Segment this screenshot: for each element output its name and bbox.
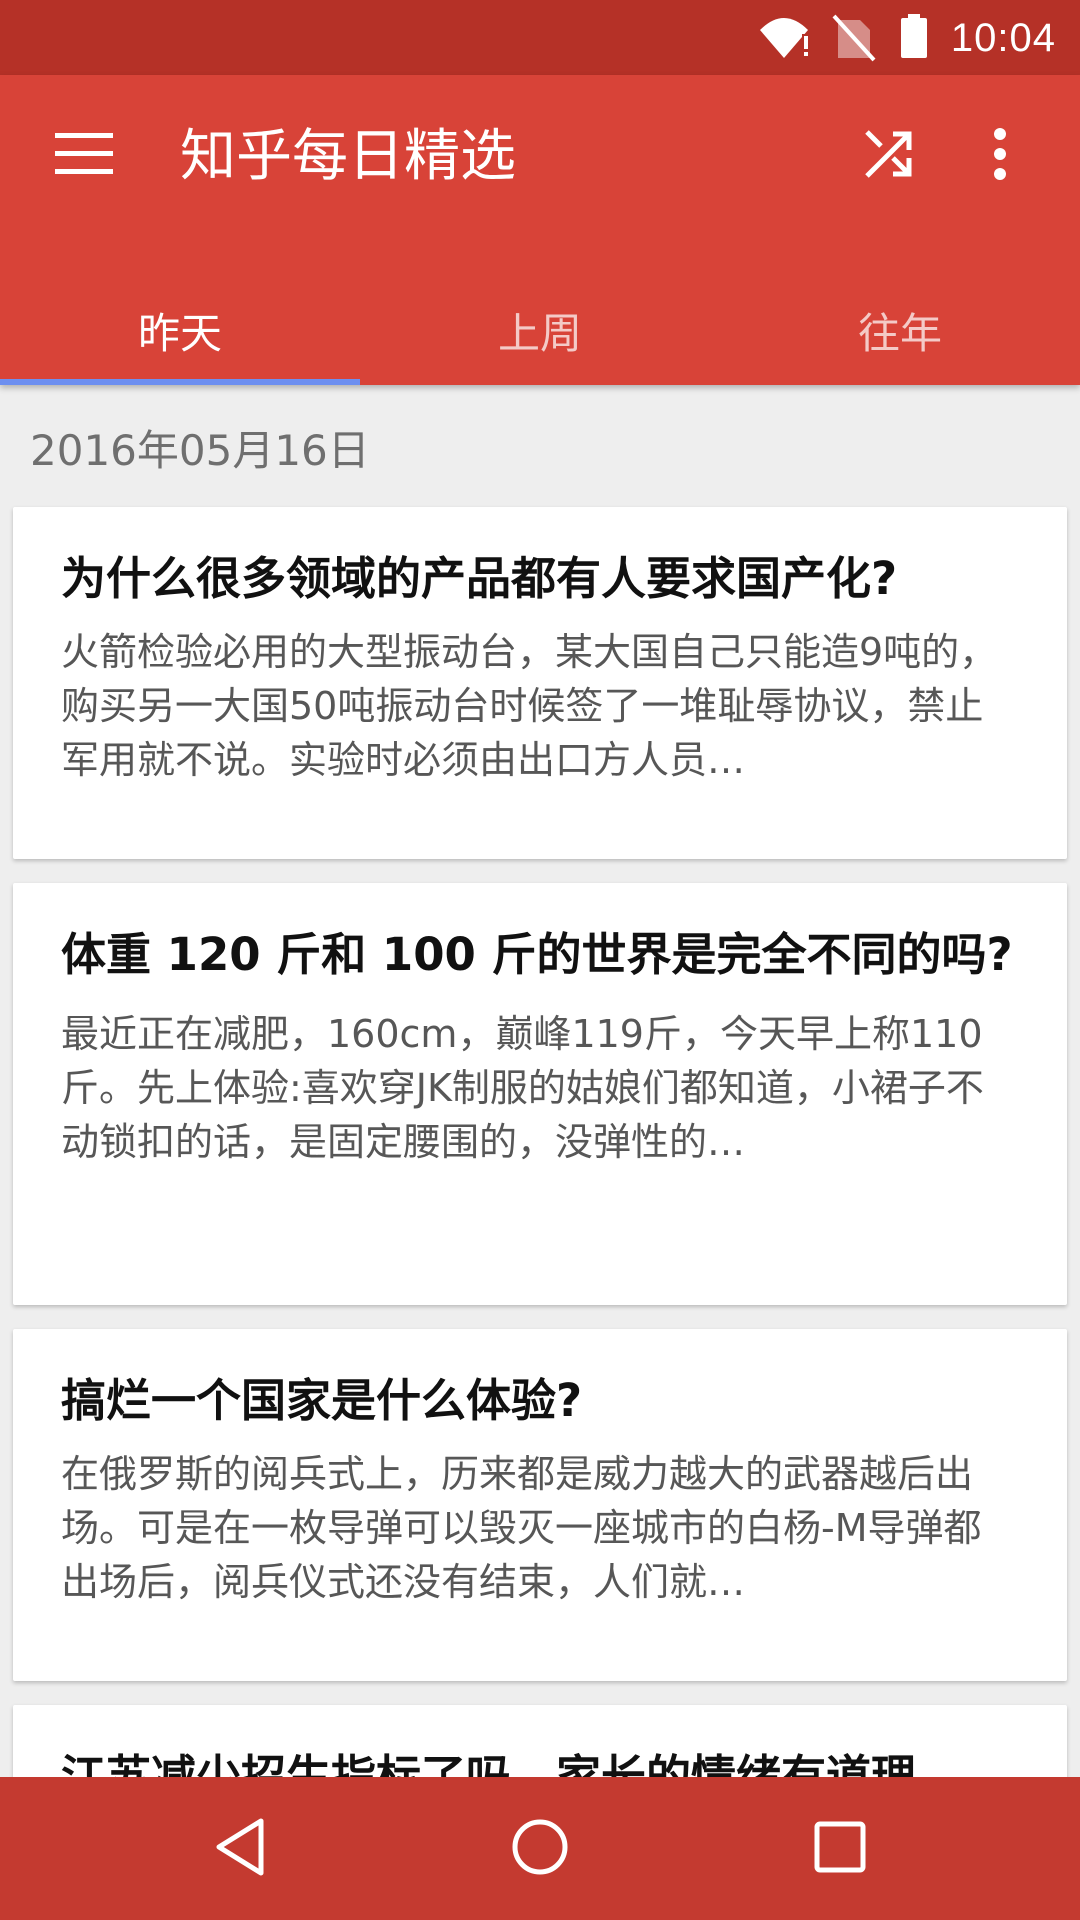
tab-label: 昨天 xyxy=(137,308,222,358)
recents-icon xyxy=(814,1821,866,1877)
recents-button[interactable] xyxy=(750,1777,930,1920)
article-card[interactable]: 体重 120 斤和 100 斤的世界是完全不同的吗? 最近正在减肥，160cm，… xyxy=(13,883,1067,1305)
article-excerpt: 最近正在减肥，160cm，巅峰119斤，今天早上称110斤。先上体验:喜欢穿JK… xyxy=(61,1012,984,1164)
more-vert-icon xyxy=(992,128,1008,184)
home-button[interactable] xyxy=(450,1777,630,1920)
more-options-button[interactable] xyxy=(970,115,1030,197)
article-card[interactable]: 江苏减少招生指标了吗，家长的情绪有道理 xyxy=(13,1705,1067,1777)
no-sim-icon xyxy=(830,0,878,79)
article-excerpt: 火箭检验必用的大型振动台，某大国自己只能造9吨的，购买另一大国50吨振动台时候签… xyxy=(61,630,998,782)
back-icon xyxy=(213,1817,267,1881)
tab-yesterday[interactable]: 昨天 xyxy=(0,275,360,385)
date-header: 2016年05月16日 xyxy=(30,426,370,475)
status-time: 10:04 xyxy=(950,16,1056,60)
article-title: 搞烂一个国家是什么体验? xyxy=(61,1374,583,1427)
article-card[interactable]: 为什么很多领域的产品都有人要求国产化? 火箭检验必用的大型振动台，某大国自己只能… xyxy=(13,507,1067,859)
tab-label: 上周 xyxy=(497,308,582,358)
article-title: 江苏减少招生指标了吗，家长的情绪有道理 xyxy=(61,1750,917,1777)
article-excerpt: 在俄罗斯的阅兵式上，历来都是威力越大的武器越后出场。可是在一枚导弹可以毁灭一座城… xyxy=(61,1452,982,1604)
home-icon xyxy=(511,1818,569,1880)
wifi-alert-icon xyxy=(756,0,816,79)
navigation-bar xyxy=(0,1777,1080,1920)
shuffle-icon xyxy=(863,128,915,184)
menu-button[interactable] xyxy=(40,115,128,197)
feed-list[interactable]: 2016年05月16日 为什么很多领域的产品都有人要求国产化? 火箭检验必用的大… xyxy=(0,385,1080,1777)
article-title: 体重 120 斤和 100 斤的世界是完全不同的吗? xyxy=(61,928,1013,981)
tab-bar: 昨天 上周 往年 xyxy=(0,275,1080,385)
status-bar: 10:04 xyxy=(0,0,1080,75)
article-title: 为什么很多领域的产品都有人要求国产化? xyxy=(61,552,898,605)
tab-past-years[interactable]: 往年 xyxy=(720,275,1080,385)
back-button[interactable] xyxy=(150,1777,330,1920)
app-title: 知乎每日精选 xyxy=(180,124,516,189)
shuffle-button[interactable] xyxy=(848,115,930,197)
app-bar: 知乎每日精选 昨天 上周 往年 xyxy=(0,75,1080,385)
menu-icon xyxy=(55,133,113,179)
tab-last-week[interactable]: 上周 xyxy=(360,275,720,385)
article-card[interactable]: 搞烂一个国家是什么体验? 在俄罗斯的阅兵式上，历来都是威力越大的武器越后出场。可… xyxy=(13,1329,1067,1681)
tab-label: 往年 xyxy=(857,308,942,358)
tab-indicator xyxy=(0,379,360,385)
battery-icon xyxy=(898,0,930,79)
